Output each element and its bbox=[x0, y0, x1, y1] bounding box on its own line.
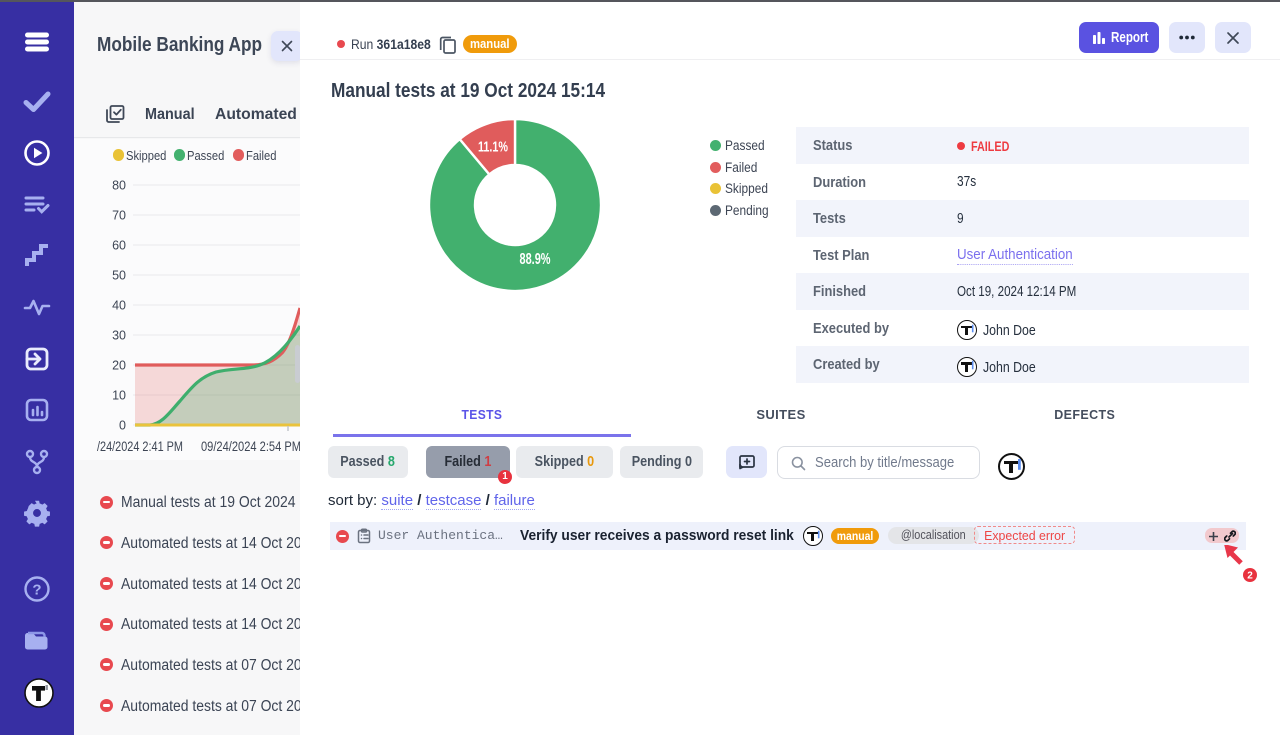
svg-text:09/24/2024 2:54 PM: 09/24/2024 2:54 PM bbox=[201, 439, 300, 454]
svg-text:50: 50 bbox=[112, 269, 126, 283]
svg-text:2: 2 bbox=[1247, 571, 1253, 582]
svg-text:/24/2024 2:41 PM: /24/2024 2:41 PM bbox=[97, 439, 183, 454]
svg-text:80: 80 bbox=[112, 179, 126, 193]
svg-text:0: 0 bbox=[119, 419, 126, 433]
svg-text:88.9%: 88.9% bbox=[519, 251, 550, 268]
svg-text:70: 70 bbox=[112, 209, 126, 223]
svg-text:60: 60 bbox=[112, 239, 126, 253]
svg-text:20: 20 bbox=[112, 359, 126, 373]
svg-text:10: 10 bbox=[112, 389, 126, 403]
svg-text:?: ? bbox=[32, 582, 41, 599]
svg-text:11.1%: 11.1% bbox=[478, 139, 508, 156]
svg-text:40: 40 bbox=[112, 299, 126, 313]
svg-text:30: 30 bbox=[112, 329, 126, 343]
